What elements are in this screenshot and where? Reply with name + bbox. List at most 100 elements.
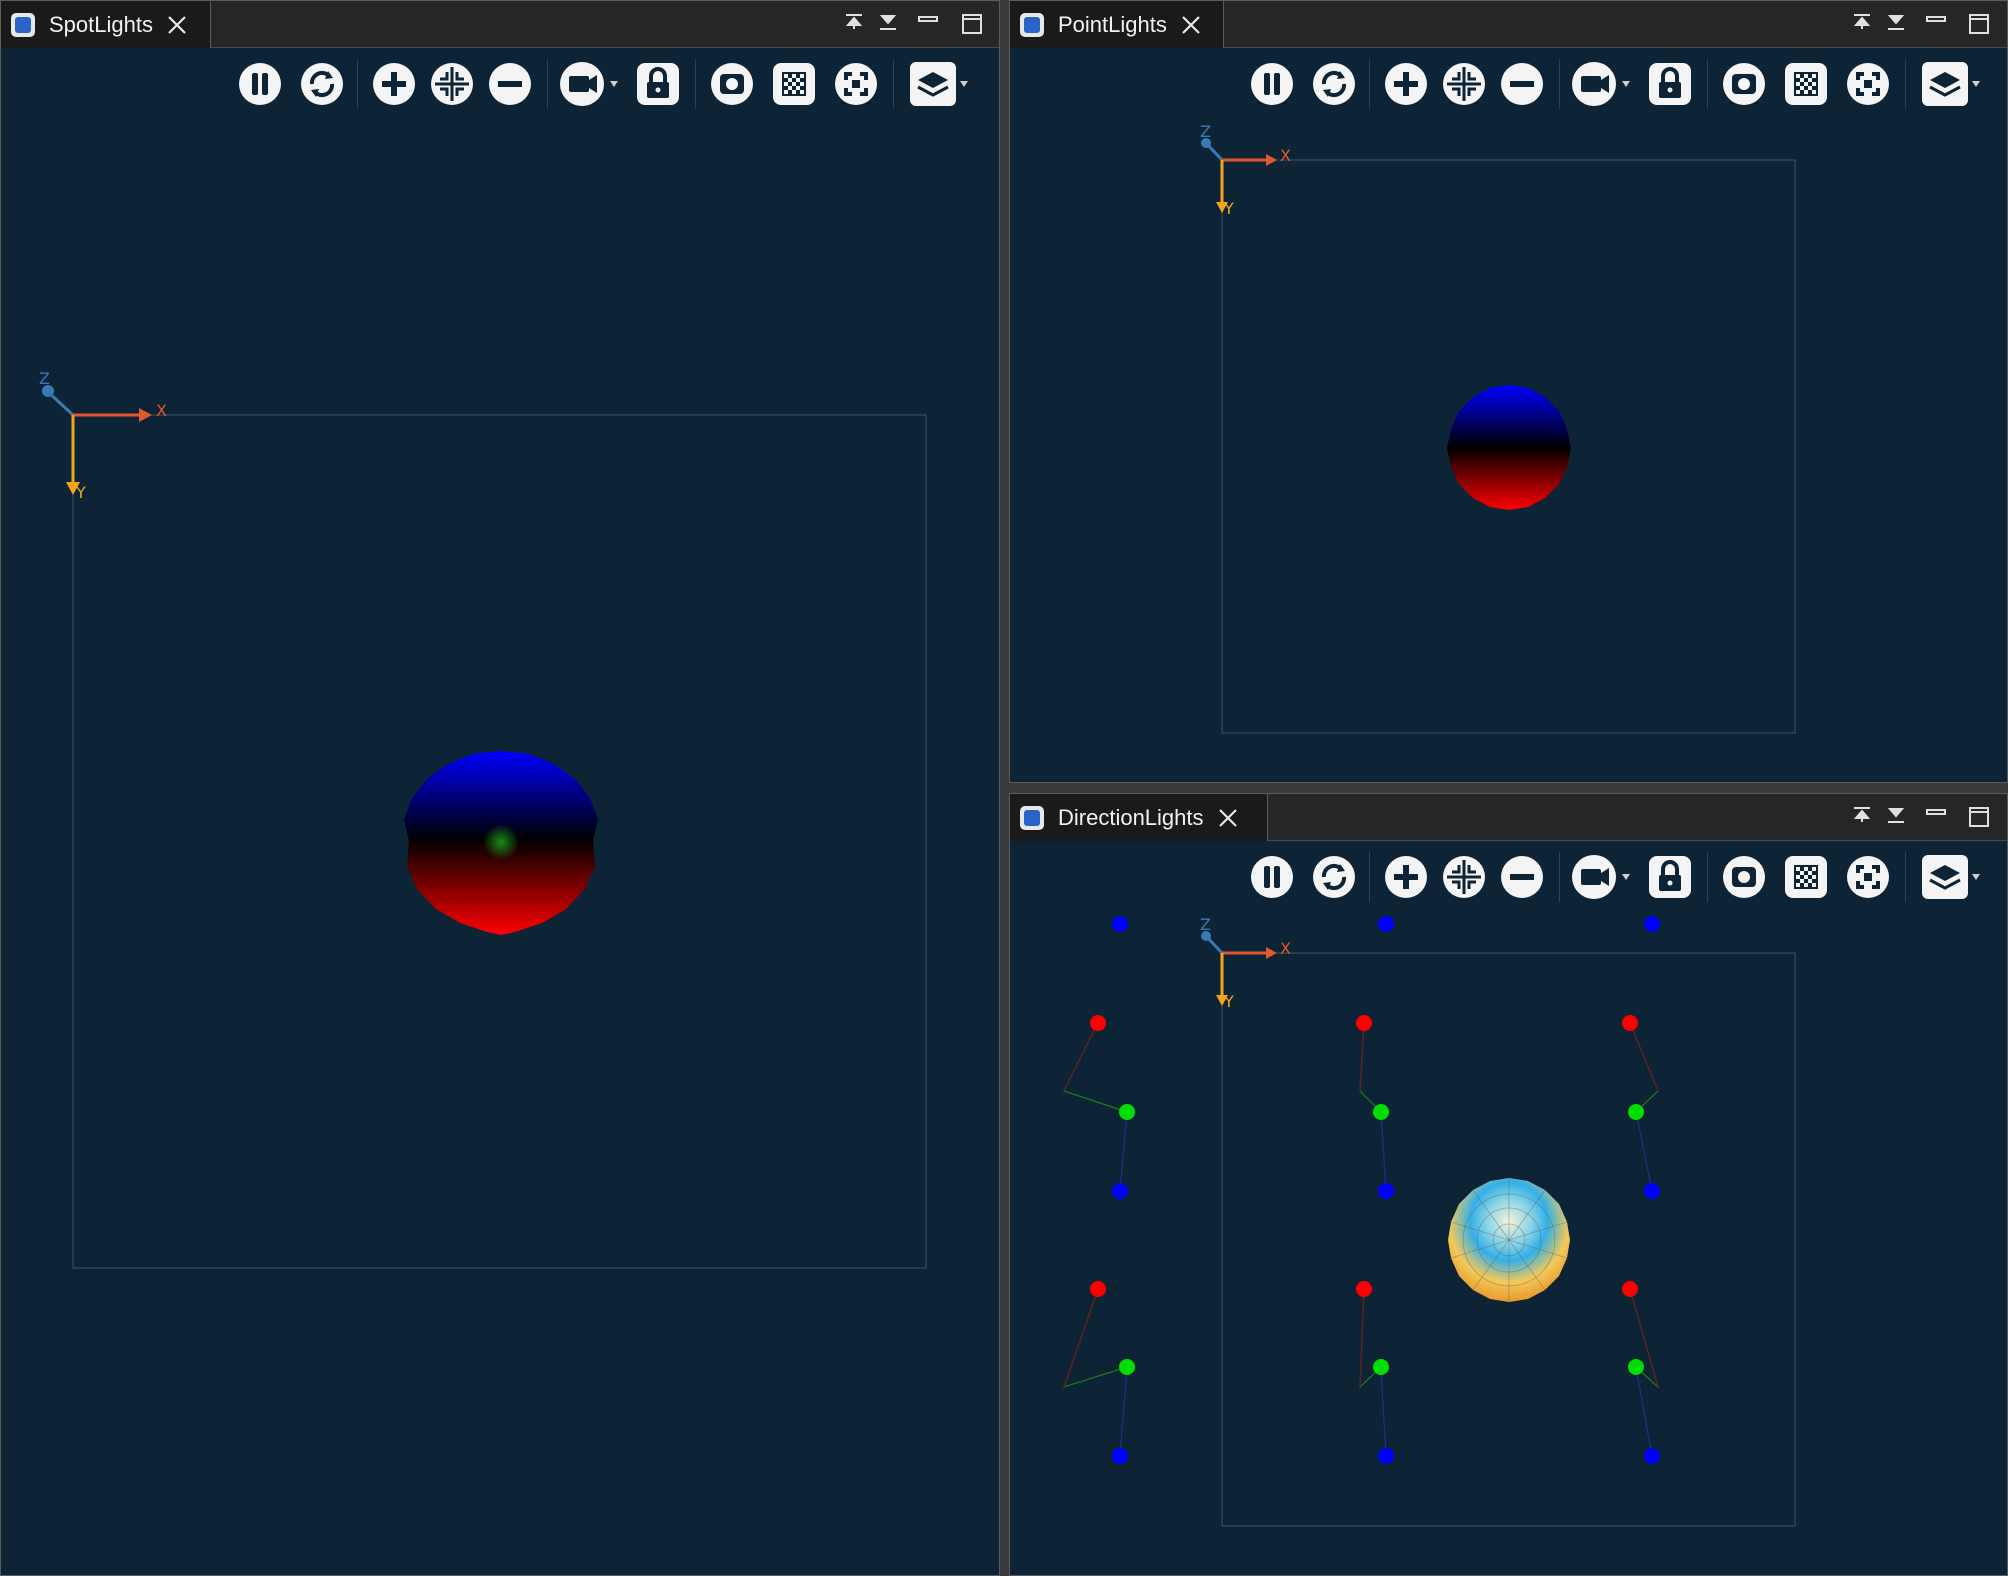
layers-icon	[910, 62, 968, 106]
spotlight-highlight	[483, 824, 519, 860]
green-light-marker[interactable]	[1373, 1359, 1389, 1375]
tab-spotlights[interactable]: SpotLights	[1, 1, 211, 48]
checkerboard-button[interactable]	[767, 55, 821, 113]
pause-button[interactable]	[1245, 55, 1299, 113]
axis-gizmo: X Y Z	[1200, 122, 1291, 218]
blue-light-marker[interactable]	[1112, 1448, 1128, 1464]
zoom-fit-button[interactable]	[425, 55, 479, 113]
screenshot-button[interactable]	[705, 55, 759, 113]
zoom-in-button[interactable]	[1379, 848, 1433, 906]
zoom-fit-icon	[431, 63, 473, 105]
fullscreen-button[interactable]	[1841, 55, 1895, 113]
window-minimize-icon[interactable]	[911, 7, 945, 41]
zoom-in-button[interactable]	[1379, 55, 1433, 113]
zoom-fit-button[interactable]	[1437, 55, 1491, 113]
axis-y-label: Y	[1223, 992, 1234, 1011]
minimize-icon[interactable]	[1845, 800, 1879, 834]
blue-light-marker[interactable]	[1378, 1183, 1394, 1199]
blue-light-marker[interactable]	[1644, 1183, 1660, 1199]
red-light-marker[interactable]	[1622, 1281, 1638, 1297]
maximize-icon[interactable]	[871, 7, 905, 41]
blue-light-marker[interactable]	[1112, 916, 1128, 932]
directionlights-pane: DirectionLights X Y Z	[1009, 793, 2008, 1576]
zoom-out-button[interactable]	[1495, 848, 1549, 906]
checkerboard-button[interactable]	[1779, 848, 1833, 906]
zoom-out-icon	[1501, 63, 1543, 105]
green-light-marker[interactable]	[1628, 1359, 1644, 1375]
red-light-marker[interactable]	[1090, 1015, 1106, 1031]
screenshot-icon	[1723, 856, 1765, 898]
window-maximize-icon[interactable]	[1962, 7, 1996, 41]
zoom-out-button[interactable]	[483, 55, 537, 113]
tab-bar: SpotLights	[1, 1, 999, 48]
minimize-icon[interactable]	[837, 7, 871, 41]
axis-y-label: Y	[1223, 199, 1234, 218]
checkerboard-button[interactable]	[1779, 55, 1833, 113]
scene-viewport[interactable]: X Y Z	[1, 113, 999, 1575]
axis-x-label: X	[156, 401, 167, 420]
refresh-icon	[1313, 856, 1355, 898]
zoom-in-button[interactable]	[367, 55, 421, 113]
layers-button[interactable]	[1917, 848, 1987, 906]
scene-viewport[interactable]: X Y Z	[1010, 113, 2007, 782]
window-maximize-icon[interactable]	[1962, 800, 1996, 834]
layers-button[interactable]	[1917, 55, 1987, 113]
camera-button[interactable]	[1567, 848, 1637, 906]
camera-button[interactable]	[555, 55, 625, 113]
window-maximize-icon[interactable]	[955, 7, 989, 41]
lock-button[interactable]	[631, 55, 685, 113]
blue-light-marker[interactable]	[1112, 1183, 1128, 1199]
green-light-marker[interactable]	[1119, 1104, 1135, 1120]
blue-light-marker[interactable]	[1378, 916, 1394, 932]
green-light-marker[interactable]	[1119, 1359, 1135, 1375]
blue-light-marker[interactable]	[1644, 1448, 1660, 1464]
axis-y-label: Y	[75, 483, 86, 502]
lock-icon	[1649, 856, 1691, 898]
red-light-marker[interactable]	[1622, 1015, 1638, 1031]
fullscreen-button[interactable]	[1841, 848, 1895, 906]
red-light-marker[interactable]	[1356, 1015, 1372, 1031]
toolbar-separator	[1707, 852, 1708, 902]
blue-light-marker[interactable]	[1644, 916, 1660, 932]
refresh-button[interactable]	[295, 55, 349, 113]
toolbar-separator	[1559, 852, 1560, 902]
tab-pointlights[interactable]: PointLights	[1010, 1, 1224, 48]
close-icon[interactable]	[165, 13, 189, 37]
camera-button[interactable]	[1567, 55, 1637, 113]
lit-sphere	[1448, 1178, 1570, 1302]
close-icon[interactable]	[1179, 13, 1203, 37]
tab-directionlights[interactable]: DirectionLights	[1010, 794, 1268, 841]
tab-label: SpotLights	[49, 11, 153, 37]
pause-button[interactable]	[233, 55, 287, 113]
red-light-marker[interactable]	[1356, 1281, 1372, 1297]
screenshot-button[interactable]	[1717, 55, 1771, 113]
blue-light-marker[interactable]	[1378, 1448, 1394, 1464]
toolbar-separator	[1905, 59, 1906, 109]
toolbar-separator	[1707, 59, 1708, 109]
lock-button[interactable]	[1643, 55, 1697, 113]
refresh-icon	[301, 63, 343, 105]
tab-label: PointLights	[1058, 11, 1167, 37]
fullscreen-button[interactable]	[829, 55, 883, 113]
red-light-marker[interactable]	[1090, 1281, 1106, 1297]
minimize-icon[interactable]	[1845, 7, 1879, 41]
green-light-marker[interactable]	[1373, 1104, 1389, 1120]
layers-button[interactable]	[905, 55, 975, 113]
green-light-marker[interactable]	[1628, 1104, 1644, 1120]
close-icon[interactable]	[1216, 806, 1240, 830]
maximize-icon[interactable]	[1879, 800, 1913, 834]
tab-bar: DirectionLights	[1010, 794, 2007, 841]
pause-button[interactable]	[1245, 848, 1299, 906]
zoom-out-button[interactable]	[1495, 55, 1549, 113]
maximize-icon[interactable]	[1879, 7, 1913, 41]
refresh-button[interactable]	[1307, 55, 1361, 113]
lock-button[interactable]	[1643, 848, 1697, 906]
zoom-fit-button[interactable]	[1437, 848, 1491, 906]
axis-x-label: X	[1280, 146, 1291, 165]
screenshot-button[interactable]	[1717, 848, 1771, 906]
scene-viewport[interactable]: X Y Z	[1010, 906, 2007, 1575]
window-minimize-icon[interactable]	[1919, 7, 1953, 41]
toolbar-separator	[1559, 59, 1560, 109]
refresh-button[interactable]	[1307, 848, 1361, 906]
window-minimize-icon[interactable]	[1919, 800, 1953, 834]
